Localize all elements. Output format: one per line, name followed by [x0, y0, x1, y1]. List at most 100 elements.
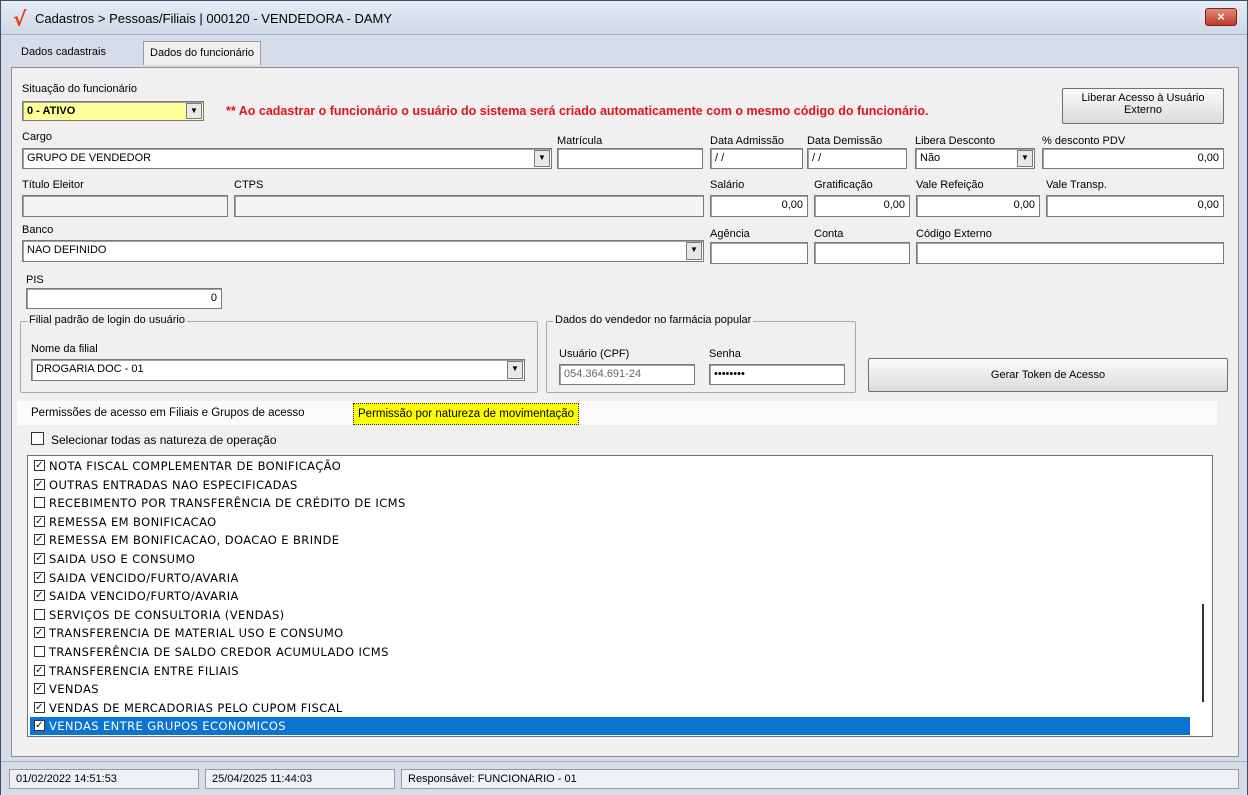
farmacia-groupbox: Dados do vendedor no farmácia popular Us…: [546, 314, 856, 393]
senha-label: Senha: [709, 348, 741, 360]
filial-groupbox: Filial padrão de login do usuário Nome d…: [20, 314, 538, 393]
checked-checkbox[interactable]: ✓: [34, 701, 45, 713]
checked-checkbox[interactable]: ✓: [34, 683, 45, 695]
list-item[interactable]: ✓ REMESSA EM BONIFICACAO: [30, 513, 1190, 531]
liberar-acesso-button[interactable]: Liberar Acesso à Usuário Externo: [1062, 88, 1224, 124]
list-item[interactable]: ✓ SAIDA VENCIDO/FURTO/AVARIA: [30, 587, 1190, 605]
list-item[interactable]: TRANSFERÊNCIA DE SALDO CREDOR ACUMULADO …: [30, 643, 1190, 661]
checked-checkbox[interactable]: ✓: [34, 720, 45, 732]
list-item-label: VENDAS DE MERCADORIAS PELO CUPOM FISCAL: [49, 700, 343, 715]
list-item[interactable]: ✓ SAIDA VENCIDO/FURTO/AVARIA: [30, 569, 1190, 587]
codigo-externo-field[interactable]: [916, 242, 1224, 264]
pis-label: PIS: [26, 274, 44, 286]
nome-filial-select[interactable]: DROGARIA DOC - 01 ▼: [31, 359, 525, 381]
titulo-eleitor-field[interactable]: [22, 195, 228, 217]
conta-field[interactable]: [814, 242, 910, 264]
banco-label: Banco: [22, 224, 54, 236]
list-item-label: VENDAS: [49, 682, 99, 697]
desconto-pdv-label: % desconto PDV: [1042, 135, 1126, 147]
codigo-externo-label: Código Externo: [916, 228, 992, 240]
banco-select[interactable]: NAO DEFINIDO ▼: [22, 240, 704, 262]
subtab-permissao-natureza[interactable]: Permissão por natureza de movimentação: [353, 403, 580, 425]
filial-group-label: Filial padrão de login do usuário: [27, 314, 187, 326]
natureza-listbox[interactable]: ✓ NOTA FISCAL COMPLEMENTAR DE BONIFICAÇÃO…: [27, 455, 1213, 737]
checked-checkbox[interactable]: ✓: [34, 534, 45, 546]
senha-field[interactable]: ••••••••: [709, 364, 845, 385]
chevron-down-icon[interactable]: ▼: [186, 103, 202, 119]
data-demissao-field[interactable]: / /: [807, 148, 907, 169]
list-item-label: VENDAS ENTRE GRUPOS ECONOMICOS: [49, 719, 286, 734]
list-item-label: OUTRAS ENTRADAS NAO ESPECIFICADAS: [49, 477, 298, 492]
list-item[interactable]: ✓ SAIDA USO E CONSUMO: [30, 550, 1190, 568]
data-admissao-field[interactable]: / /: [710, 148, 803, 169]
select-all-checkbox[interactable]: [31, 432, 44, 445]
status-created: 01/02/2022 14:51:53: [9, 769, 199, 789]
list-item[interactable]: ✓ REMESSA EM BONIFICACAO, DOACAO E BRINDE: [30, 531, 1190, 549]
list-item-label: SAIDA USO E CONSUMO: [49, 552, 196, 566]
list-item[interactable]: ✓ TRANSFERENCIA DE MATERIAL USO E CONSUMO: [30, 624, 1190, 642]
list-item[interactable]: ✓ NOTA FISCAL COMPLEMENTAR DE BONIFICAÇÃO: [30, 457, 1190, 475]
list-item[interactable]: ✓ VENDAS ENTRE GRUPOS ECONOMICOS: [30, 717, 1190, 736]
data-demissao-label: Data Demissão: [807, 135, 883, 147]
desconto-pdv-field[interactable]: 0,00: [1042, 148, 1224, 169]
vale-refeicao-label: Vale Refeição: [916, 179, 984, 191]
list-item[interactable]: RECEBIMENTO POR TRANSFERÊNCIA DE CRÉDITO…: [30, 494, 1190, 512]
checked-checkbox[interactable]: ✓: [34, 553, 45, 564]
cargo-select[interactable]: GRUPO DE VENDEDOR ▼: [22, 148, 552, 169]
ctps-field[interactable]: [234, 195, 704, 217]
chevron-down-icon[interactable]: ▼: [507, 361, 523, 379]
list-item[interactable]: ✓ VENDAS DE MERCADORIAS PELO CUPOM FISCAL: [30, 699, 1190, 717]
gerar-token-button[interactable]: Gerar Token de Acesso: [868, 358, 1228, 392]
list-item[interactable]: ✓ OUTRAS ENTRADAS NAO ESPECIFICADAS: [30, 476, 1190, 494]
matricula-field[interactable]: [557, 148, 703, 169]
gratificacao-label: Gratificação: [814, 179, 873, 191]
status-bar: 01/02/2022 14:51:53 25/04/2025 11:44:03 …: [1, 761, 1247, 795]
tab-dados-cadastrais[interactable]: Dados cadastrais: [15, 41, 112, 65]
salario-field[interactable]: 0,00: [710, 195, 808, 217]
cargo-label: Cargo: [22, 131, 52, 143]
vale-transp-field[interactable]: 0,00: [1046, 195, 1224, 217]
tab-dados-funcionario[interactable]: Dados do funcionário: [143, 41, 261, 65]
checked-checkbox[interactable]: ✓: [34, 478, 45, 490]
vale-refeicao-field[interactable]: 0,00: [916, 195, 1040, 217]
checked-checkbox[interactable]: ✓: [34, 571, 45, 583]
permission-subtabs: Permissões de acesso em Filiais e Grupos…: [17, 401, 1217, 425]
unchecked-checkbox[interactable]: [34, 608, 45, 620]
data-admissao-label: Data Admissão: [710, 135, 784, 147]
title-bar[interactable]: √ Cadastros > Pessoas/Filiais | 000120 -…: [1, 1, 1247, 35]
subtab-permissoes-filiais[interactable]: Permissões de acesso em Filiais e Grupos…: [27, 403, 309, 423]
select-all-label: Selecionar todas as natureza de operação: [51, 433, 277, 447]
checked-checkbox[interactable]: ✓: [34, 590, 45, 602]
chevron-down-icon[interactable]: ▼: [534, 150, 550, 167]
nome-filial-value: DROGARIA DOC - 01: [36, 363, 144, 375]
agencia-label: Agência: [710, 228, 750, 240]
ctps-label: CTPS: [234, 179, 264, 191]
list-item-label: TRANSFERÊNCIA DE SALDO CREDOR ACUMULADO …: [49, 645, 389, 659]
checked-checkbox[interactable]: ✓: [34, 664, 45, 676]
gratificacao-field[interactable]: 0,00: [814, 195, 910, 217]
unchecked-checkbox[interactable]: [34, 646, 45, 657]
app-logo: √: [13, 7, 27, 31]
chevron-down-icon[interactable]: ▼: [686, 242, 702, 260]
list-item[interactable]: SERVIÇOS DE CONSULTORIA (VENDAS): [30, 606, 1190, 624]
list-item-label: SERVIÇOS DE CONSULTORIA (VENDAS): [49, 607, 285, 622]
checked-checkbox[interactable]: ✓: [34, 460, 45, 471]
unchecked-checkbox[interactable]: [34, 497, 45, 509]
list-item-label: NOTA FISCAL COMPLEMENTAR DE BONIFICAÇÃO: [49, 459, 342, 473]
situacao-select[interactable]: 0 - ATIVO ▼: [22, 101, 204, 121]
pis-field[interactable]: 0: [26, 288, 222, 309]
list-item[interactable]: ✓ VENDAS: [30, 680, 1190, 698]
warning-message: ** Ao cadastrar o funcionário o usuário …: [226, 104, 929, 118]
conta-label: Conta: [814, 228, 844, 240]
agencia-field[interactable]: [710, 242, 808, 264]
checked-checkbox[interactable]: ✓: [34, 627, 45, 639]
chevron-down-icon[interactable]: ▼: [1017, 150, 1033, 167]
list-scrollbar[interactable]: [1202, 604, 1204, 702]
main-window: √ Cadastros > Pessoas/Filiais | 000120 -…: [0, 0, 1248, 795]
vale-transp-label: Vale Transp.: [1046, 179, 1107, 191]
list-item[interactable]: ✓ TRANSFERENCIA ENTRE FILIAIS: [30, 662, 1190, 680]
libera-desconto-select[interactable]: Não ▼: [915, 148, 1035, 169]
close-button[interactable]: ×: [1205, 8, 1237, 26]
usuario-cpf-field[interactable]: 054.364.691-24: [559, 364, 695, 385]
checked-checkbox[interactable]: ✓: [34, 515, 45, 527]
